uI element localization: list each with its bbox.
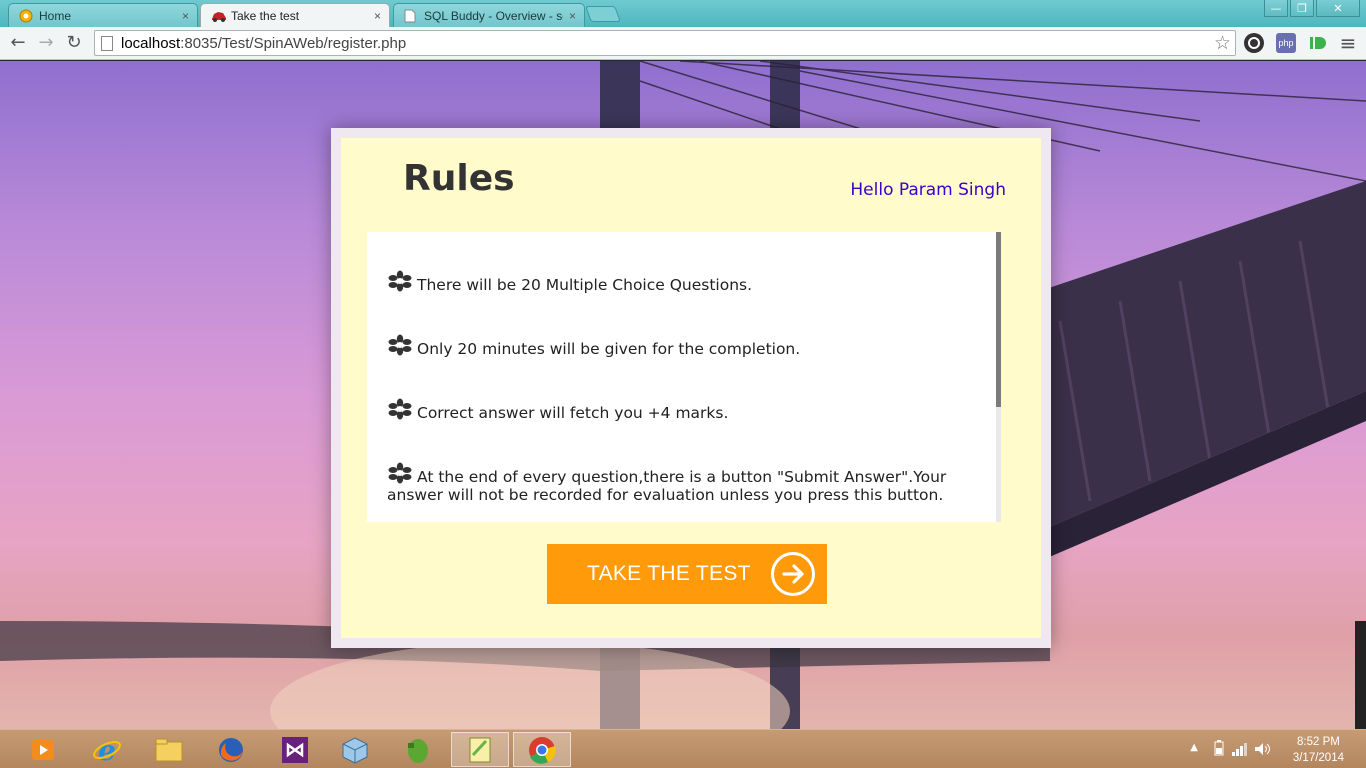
virtualbox-icon[interactable] bbox=[326, 732, 384, 767]
window-controls: — ❐ ✕ bbox=[1264, 0, 1360, 17]
flower-bullet-icon bbox=[388, 462, 412, 484]
home-tab-favicon bbox=[19, 9, 33, 23]
rule-text: There will be 20 Multiple Choice Questio… bbox=[417, 276, 753, 294]
user-greeting: Hello Param Singh bbox=[850, 180, 1006, 200]
clock-date: 3/17/2014 bbox=[1292, 752, 1344, 764]
close-window-button[interactable]: ✕ bbox=[1316, 0, 1360, 17]
browser-toolbar: ← → ↻ localhost:8035/Test/SpinAWeb/regis… bbox=[0, 27, 1366, 60]
evernote-icon[interactable] bbox=[388, 732, 446, 767]
scrollbar-thumb[interactable] bbox=[996, 232, 1001, 407]
php-extension-icon[interactable]: php bbox=[1276, 33, 1296, 53]
rules-card-frame: Rules Hello Param Singh There will be 20… bbox=[331, 128, 1051, 648]
circle-extension-icon[interactable] bbox=[1244, 33, 1264, 53]
back-arrow-icon[interactable]: ← bbox=[6, 32, 30, 54]
tab-take-the-test[interactable]: Take the test × bbox=[200, 3, 390, 27]
take-the-test-button[interactable]: TAKE THE TEST bbox=[547, 544, 827, 604]
green-d-extension-icon[interactable] bbox=[1308, 33, 1328, 53]
battery-icon[interactable] bbox=[1214, 740, 1224, 760]
close-tab-icon[interactable]: × bbox=[182, 9, 189, 23]
flower-bullet-icon bbox=[388, 398, 412, 420]
taskbar-clock[interactable]: 8:52 PM 3/17/2014 bbox=[1293, 734, 1344, 766]
svg-text:e: e bbox=[98, 735, 116, 765]
menu-icon[interactable]: ≡ bbox=[1336, 32, 1360, 54]
visual-studio-icon[interactable] bbox=[266, 732, 324, 767]
tab-title: SQL Buddy - Overview - sq bbox=[424, 8, 563, 23]
rule-item: Only 20 minutes will be given for the co… bbox=[387, 334, 947, 358]
tab-strip: Home × Take the test × SQL Buddy - Overv… bbox=[0, 0, 1366, 27]
arrow-right-icon bbox=[771, 552, 815, 596]
page-favicon bbox=[404, 9, 418, 23]
rule-text: Only 20 minutes will be given for the co… bbox=[417, 340, 801, 358]
tab-home[interactable]: Home × bbox=[8, 3, 198, 27]
address-bar[interactable]: localhost:8035/Test/SpinAWeb/register.ph… bbox=[94, 30, 1236, 56]
page-title: Rules bbox=[403, 158, 515, 199]
show-hidden-icons-icon[interactable]: ▲ bbox=[1190, 742, 1198, 753]
close-tab-icon[interactable]: × bbox=[569, 9, 576, 23]
rule-item: At the end of every question,there is a … bbox=[387, 462, 947, 504]
forward-arrow-icon[interactable]: → bbox=[34, 32, 58, 54]
tab-sql-buddy[interactable]: SQL Buddy - Overview - sq × bbox=[393, 3, 585, 27]
red-car-favicon bbox=[211, 9, 226, 23]
rules-list: There will be 20 Multiple Choice Questio… bbox=[367, 232, 967, 522]
new-tab-button[interactable] bbox=[585, 6, 621, 22]
notepad-plus-plus-icon[interactable] bbox=[451, 732, 509, 767]
address-url[interactable]: localhost:8035/Test/SpinAWeb/register.ph… bbox=[121, 35, 406, 52]
network-signal-icon[interactable] bbox=[1232, 741, 1248, 760]
rules-card: Rules Hello Param Singh There will be 20… bbox=[341, 138, 1041, 638]
rule-item: There will be 20 Multiple Choice Questio… bbox=[387, 270, 947, 294]
page-background: Rules Hello Param Singh There will be 20… bbox=[0, 61, 1366, 729]
file-explorer-icon[interactable] bbox=[140, 732, 198, 767]
rules-scroll-box[interactable]: There will be 20 Multiple Choice Questio… bbox=[367, 232, 1001, 522]
take-the-test-label: TAKE THE TEST bbox=[587, 562, 751, 585]
rules-scrollbar[interactable] bbox=[996, 232, 1001, 522]
tab-title: Home bbox=[39, 8, 72, 23]
flower-bullet-icon bbox=[388, 270, 412, 292]
tab-title: Take the test bbox=[231, 8, 300, 23]
maximize-button[interactable]: ❐ bbox=[1290, 0, 1314, 17]
volume-icon[interactable] bbox=[1254, 741, 1272, 760]
reload-icon[interactable]: ↻ bbox=[62, 32, 86, 54]
close-tab-icon[interactable]: × bbox=[374, 9, 381, 23]
minimize-button[interactable]: — bbox=[1264, 0, 1288, 17]
flower-bullet-icon bbox=[388, 334, 412, 356]
firefox-icon[interactable] bbox=[202, 732, 260, 767]
rule-item: Correct answer will fetch you +4 marks. bbox=[387, 398, 947, 422]
bookmark-star-icon[interactable]: ☆ bbox=[1214, 32, 1231, 54]
rule-text: Correct answer will fetch you +4 marks. bbox=[417, 404, 729, 422]
media-player-icon[interactable] bbox=[14, 732, 72, 767]
internet-explorer-icon[interactable]: e bbox=[78, 732, 136, 767]
clock-time: 8:52 PM bbox=[1297, 736, 1340, 748]
rule-text: At the end of every question,there is a … bbox=[387, 468, 947, 504]
windows-taskbar: e ▲ 8:52 PM 3/17/2014 bbox=[0, 729, 1366, 768]
page-icon bbox=[101, 35, 113, 51]
chrome-icon[interactable] bbox=[513, 732, 571, 767]
